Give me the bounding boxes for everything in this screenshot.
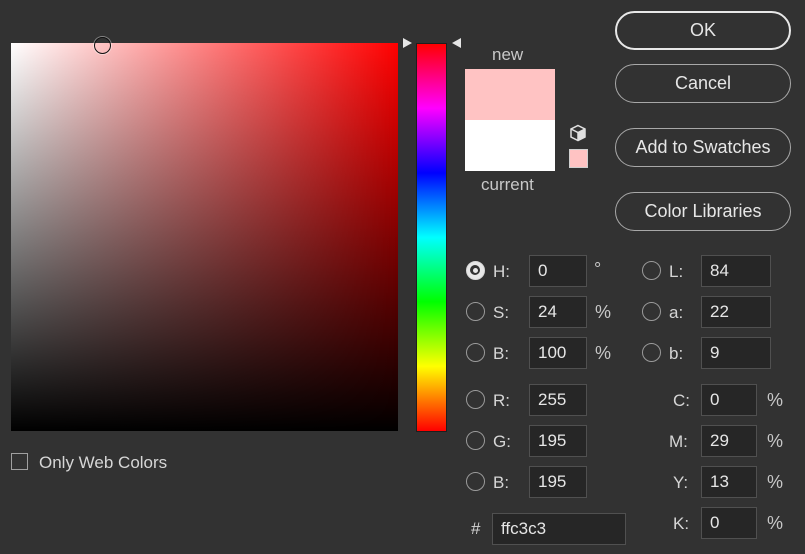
magenta-unit: % — [767, 431, 784, 451]
cyan-label: C: — [673, 391, 690, 410]
yellow-unit: % — [767, 472, 784, 492]
lab-a-label: a: — [669, 303, 684, 322]
green-input[interactable]: 195 — [529, 425, 587, 457]
green-label: G: — [493, 432, 511, 451]
hue-slider[interactable] — [416, 43, 447, 432]
only-web-colors-checkbox[interactable] — [11, 453, 28, 470]
lab-a-radio[interactable] — [642, 302, 661, 321]
color-libraries-button[interactable]: Color Libraries — [615, 192, 791, 231]
hue-label: H: — [493, 262, 510, 281]
ok-button[interactable]: OK — [615, 11, 791, 50]
lab-b-radio[interactable] — [642, 343, 661, 362]
saturation-label: S: — [493, 303, 510, 322]
yellow-label: Y: — [673, 473, 689, 492]
new-color-preview — [465, 69, 555, 120]
cancel-button[interactable]: Cancel — [615, 64, 791, 103]
only-web-colors-label: Only Web Colors — [39, 453, 168, 472]
blue-label: B: — [493, 473, 510, 492]
hue-slider-right-arrow-icon[interactable] — [452, 38, 461, 48]
magenta-input[interactable]: 29 — [701, 425, 757, 457]
saturation-radio[interactable] — [466, 302, 485, 321]
lab-b-input[interactable]: 9 — [701, 337, 771, 369]
black-unit: % — [767, 513, 784, 533]
saturation-input[interactable]: 24 — [529, 296, 587, 328]
yellow-input[interactable]: 13 — [701, 466, 757, 498]
hue-slider-left-arrow-icon[interactable] — [403, 38, 412, 48]
saturation-brightness-field[interactable] — [11, 43, 398, 431]
red-radio[interactable] — [466, 390, 485, 409]
hue-input[interactable]: 0 — [529, 255, 587, 287]
lab-l-label: L: — [669, 262, 684, 281]
brightness-unit: % — [595, 343, 612, 363]
color-picker-dialog: new current OK Cancel Add to Swatches Co… — [0, 0, 805, 554]
lab-a-input[interactable]: 22 — [701, 296, 771, 328]
blue-radio[interactable] — [466, 472, 485, 491]
brightness-label: B: — [493, 344, 510, 363]
cyan-input[interactable]: 0 — [701, 384, 757, 416]
lab-l-input[interactable]: 84 — [701, 255, 771, 287]
hue-unit: ° — [594, 259, 602, 279]
green-radio[interactable] — [466, 431, 485, 450]
hex-input[interactable]: ffc3c3 — [492, 513, 626, 545]
black-label: K: — [673, 514, 690, 533]
magenta-label: M: — [669, 432, 688, 451]
cyan-unit: % — [767, 390, 784, 410]
saturation-unit: % — [595, 302, 612, 322]
red-label: R: — [493, 391, 510, 410]
brightness-radio[interactable] — [466, 343, 485, 362]
lab-l-radio[interactable] — [642, 261, 661, 280]
current-color-preview[interactable] — [465, 120, 555, 171]
web-safe-color-swatch[interactable] — [569, 149, 588, 168]
add-to-swatches-button[interactable]: Add to Swatches — [615, 128, 791, 167]
current-label: current — [481, 175, 534, 194]
black-input[interactable]: 0 — [701, 507, 757, 539]
brightness-input[interactable]: 100 — [529, 337, 587, 369]
new-label: new — [492, 45, 524, 64]
red-input[interactable]: 255 — [529, 384, 587, 416]
blue-input[interactable]: 195 — [529, 466, 587, 498]
hex-label: # — [471, 519, 481, 538]
hue-radio[interactable] — [466, 261, 485, 280]
lab-b-label: b: — [669, 344, 684, 363]
field-cursor-icon[interactable] — [94, 37, 111, 54]
cube-icon[interactable] — [569, 124, 587, 142]
